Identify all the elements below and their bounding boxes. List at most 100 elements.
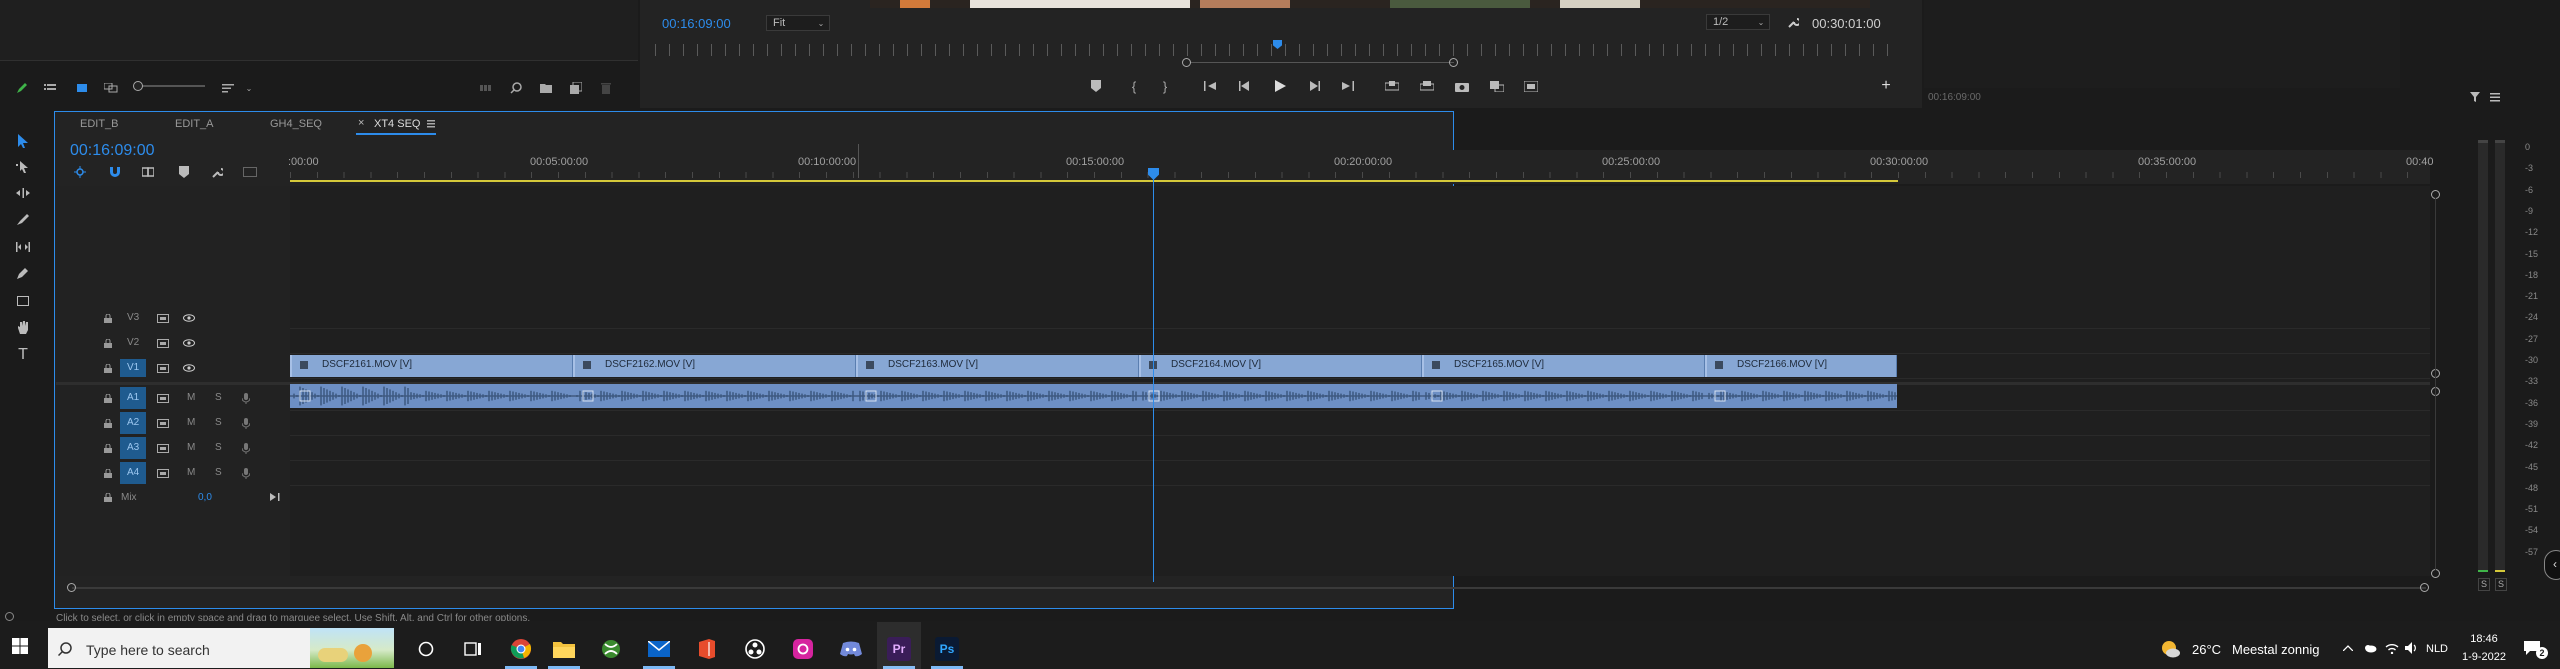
insert-icon[interactable] <box>1488 78 1506 94</box>
meter-solo-left[interactable]: S <box>2478 578 2490 591</box>
timeline-timecode[interactable]: 00:16:09:00 <box>70 142 155 160</box>
sync-lock-icon[interactable] <box>156 337 170 349</box>
video-clip[interactable]: DSCF2165.MOV [V] <box>1422 355 1705 377</box>
go-to-end-icon[interactable] <box>268 490 282 504</box>
eye-icon[interactable] <box>182 362 196 374</box>
freeform-view-icon[interactable] <box>102 80 120 96</box>
lift-icon[interactable] <box>1383 78 1401 94</box>
pen-icon[interactable] <box>14 80 30 96</box>
volume-icon[interactable] <box>2404 640 2420 656</box>
razor-tool-icon[interactable] <box>14 210 32 228</box>
slip-tool-icon[interactable] <box>14 238 32 256</box>
lock-icon[interactable] <box>102 337 114 349</box>
resolution-dropdown[interactable]: 1/2 ⌄ <box>1706 14 1770 30</box>
overwrite-icon[interactable] <box>1522 78 1540 94</box>
taskbar-cortana-icon[interactable] <box>414 637 438 661</box>
panel-menu-icon[interactable] <box>2488 90 2502 104</box>
audio-clip[interactable] <box>1422 384 1705 408</box>
linked-selection-icon[interactable] <box>140 164 156 180</box>
tab-edit-a[interactable]: EDIT_A <box>175 118 214 130</box>
weather-temp[interactable]: 26°C <box>2192 642 2221 657</box>
chevron-down-icon[interactable]: ⌄ <box>243 82 255 94</box>
program-zoom-handle-right[interactable] <box>1449 58 1458 67</box>
mute-button[interactable]: M <box>187 442 195 453</box>
taskbar-office-icon[interactable] <box>695 637 719 661</box>
lock-icon[interactable] <box>102 491 114 503</box>
step-forward-icon[interactable] <box>1306 78 1322 94</box>
lock-icon[interactable] <box>102 467 114 479</box>
trash-icon[interactable] <box>598 80 614 96</box>
selection-tool-icon[interactable] <box>14 132 32 150</box>
new-bin-icon[interactable] <box>538 80 554 96</box>
track-select-tool-icon[interactable] <box>14 158 32 176</box>
audio-clip[interactable] <box>573 384 856 408</box>
nest-toggle-icon[interactable] <box>72 164 88 180</box>
lock-icon[interactable] <box>102 392 114 404</box>
snap-icon[interactable] <box>107 164 123 180</box>
taskbar-task-view-icon[interactable] <box>461 637 485 661</box>
filter-icon[interactable] <box>2468 90 2482 104</box>
work-area-bar[interactable] <box>290 180 1898 182</box>
pen-tool-icon[interactable] <box>14 264 32 282</box>
rectangle-tool-icon[interactable] <box>14 292 32 310</box>
mark-out-icon[interactable]: } <box>1157 78 1173 94</box>
sync-lock-icon[interactable] <box>156 362 170 374</box>
wifi-icon[interactable] <box>2384 640 2400 656</box>
video-clip[interactable]: DSCF2164.MOV [V] <box>1139 355 1422 377</box>
go-to-out-icon[interactable] <box>1340 78 1356 94</box>
zoom-slider[interactable] <box>135 85 205 87</box>
chevron-up-icon[interactable] <box>2340 640 2356 656</box>
sync-lock-icon[interactable] <box>156 467 170 479</box>
taskbar-file-explorer-icon[interactable] <box>552 637 576 661</box>
clock-date[interactable]: 1-9-2022 <box>2455 651 2513 663</box>
lock-icon[interactable] <box>102 312 114 324</box>
cloud-icon[interactable] <box>2362 640 2378 656</box>
language-indicator[interactable]: NLD <box>2426 643 2448 655</box>
sync-lock-icon[interactable] <box>156 392 170 404</box>
program-zoom-handle-left[interactable] <box>1182 58 1191 67</box>
video-clip[interactable]: DSCF2161.MOV [V] <box>290 355 573 377</box>
play-icon[interactable] <box>1271 77 1289 95</box>
audio-clip[interactable] <box>290 384 573 408</box>
taskbar-photoshop-icon[interactable]: Ps <box>935 637 959 661</box>
tab-menu-icon[interactable] <box>425 118 437 130</box>
meter-solo-right[interactable]: S <box>2495 578 2507 591</box>
timeline-playhead-line[interactable] <box>1153 178 1154 582</box>
sync-lock-icon[interactable] <box>156 312 170 324</box>
wrench-icon[interactable] <box>1785 14 1801 30</box>
solo-button[interactable]: S <box>215 392 222 403</box>
mark-in-icon[interactable]: { <box>1126 78 1142 94</box>
clock-time[interactable]: 18:46 <box>2461 633 2507 645</box>
tab-xt4-seq[interactable]: XT4 SEQ <box>374 118 420 130</box>
audio-clip[interactable] <box>1705 384 1897 408</box>
mute-button[interactable]: M <box>187 392 195 403</box>
eye-icon[interactable] <box>182 312 196 324</box>
taskbar-discord-icon[interactable] <box>839 637 863 661</box>
tab-gh4-seq[interactable]: GH4_SEQ <box>270 118 322 130</box>
step-back-icon[interactable] <box>1237 78 1253 94</box>
voiceover-mic-icon[interactable] <box>240 441 252 455</box>
go-to-in-icon[interactable] <box>1202 78 1218 94</box>
solo-button[interactable]: S <box>215 417 222 428</box>
captions-icon[interactable] <box>242 164 258 180</box>
weather-desc[interactable]: Meestal zonnig <box>2232 642 2319 657</box>
video-clip[interactable]: DSCF2163.MOV [V] <box>856 355 1139 377</box>
taskbar-davinci-icon[interactable] <box>743 637 767 661</box>
timeline-settings-wrench-icon[interactable] <box>209 164 225 180</box>
voiceover-mic-icon[interactable] <box>240 391 252 405</box>
program-timecode[interactable]: 00:16:09:00 <box>662 16 731 31</box>
new-item-icon[interactable] <box>568 80 584 96</box>
add-button-icon[interactable]: + <box>1878 77 1894 94</box>
lock-icon[interactable] <box>102 442 114 454</box>
hand-tool-icon[interactable] <box>14 318 32 336</box>
voiceover-mic-icon[interactable] <box>240 466 252 480</box>
vertical-scrollbar[interactable] <box>2435 198 2436 570</box>
eye-icon[interactable] <box>182 337 196 349</box>
lock-icon[interactable] <box>102 362 114 374</box>
weather-icon[interactable] <box>2160 638 2182 660</box>
list-view-icon[interactable] <box>42 80 58 96</box>
horizontal-scroll-left-handle[interactable] <box>67 583 76 592</box>
icon-view-icon[interactable] <box>74 80 90 96</box>
ripple-edit-tool-icon[interactable] <box>14 184 32 202</box>
mute-button[interactable]: M <box>187 467 195 478</box>
